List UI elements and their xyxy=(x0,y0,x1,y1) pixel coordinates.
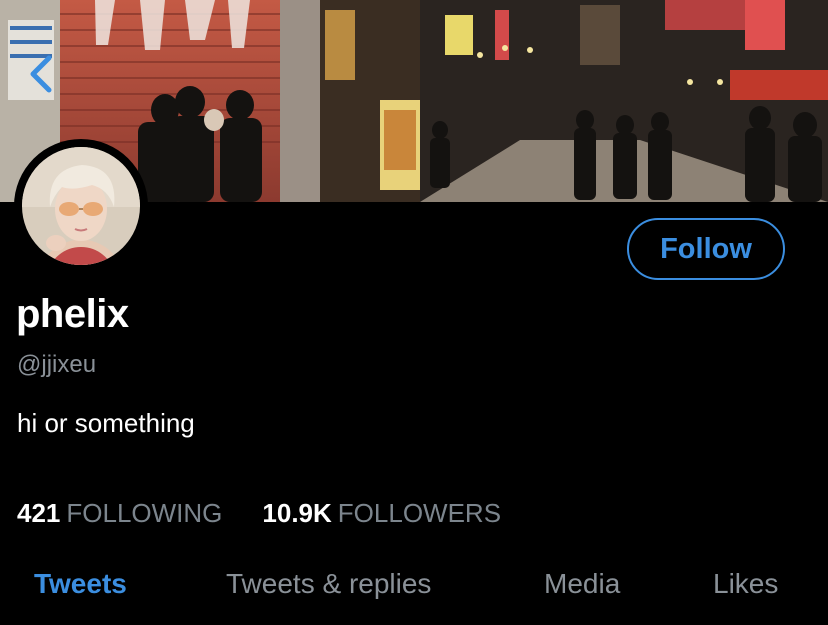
follow-button[interactable]: Follow xyxy=(627,218,785,280)
following-count: 421 xyxy=(17,498,61,528)
tab-tweets[interactable]: Tweets xyxy=(34,568,127,600)
display-name: phelix xyxy=(16,292,129,336)
user-handle: @jjixeu xyxy=(17,351,97,378)
chevron-left-icon xyxy=(30,55,52,93)
avatar-image xyxy=(22,147,140,265)
following-label: FOLLOWING xyxy=(66,498,223,528)
followers-label: FOLLOWERS xyxy=(337,498,502,528)
followers-count: 10.9K xyxy=(262,498,332,528)
back-button[interactable] xyxy=(20,52,60,96)
profile-tabs: Tweets Tweets & replies Media Likes xyxy=(0,568,828,612)
following-stat[interactable]: 421 FOLLOWING xyxy=(17,498,222,529)
avatar-frame xyxy=(14,139,148,273)
avatar[interactable] xyxy=(22,147,140,265)
tab-likes[interactable]: Likes xyxy=(713,568,778,600)
profile-bio: hi or something xyxy=(17,408,195,438)
tab-media[interactable]: Media xyxy=(544,568,620,600)
tab-tweets-and-replies[interactable]: Tweets & replies xyxy=(226,568,431,600)
profile-stats: 421 FOLLOWING 10.9K FOLLOWERS xyxy=(17,498,501,529)
followers-stat[interactable]: 10.9K FOLLOWERS xyxy=(262,498,501,529)
